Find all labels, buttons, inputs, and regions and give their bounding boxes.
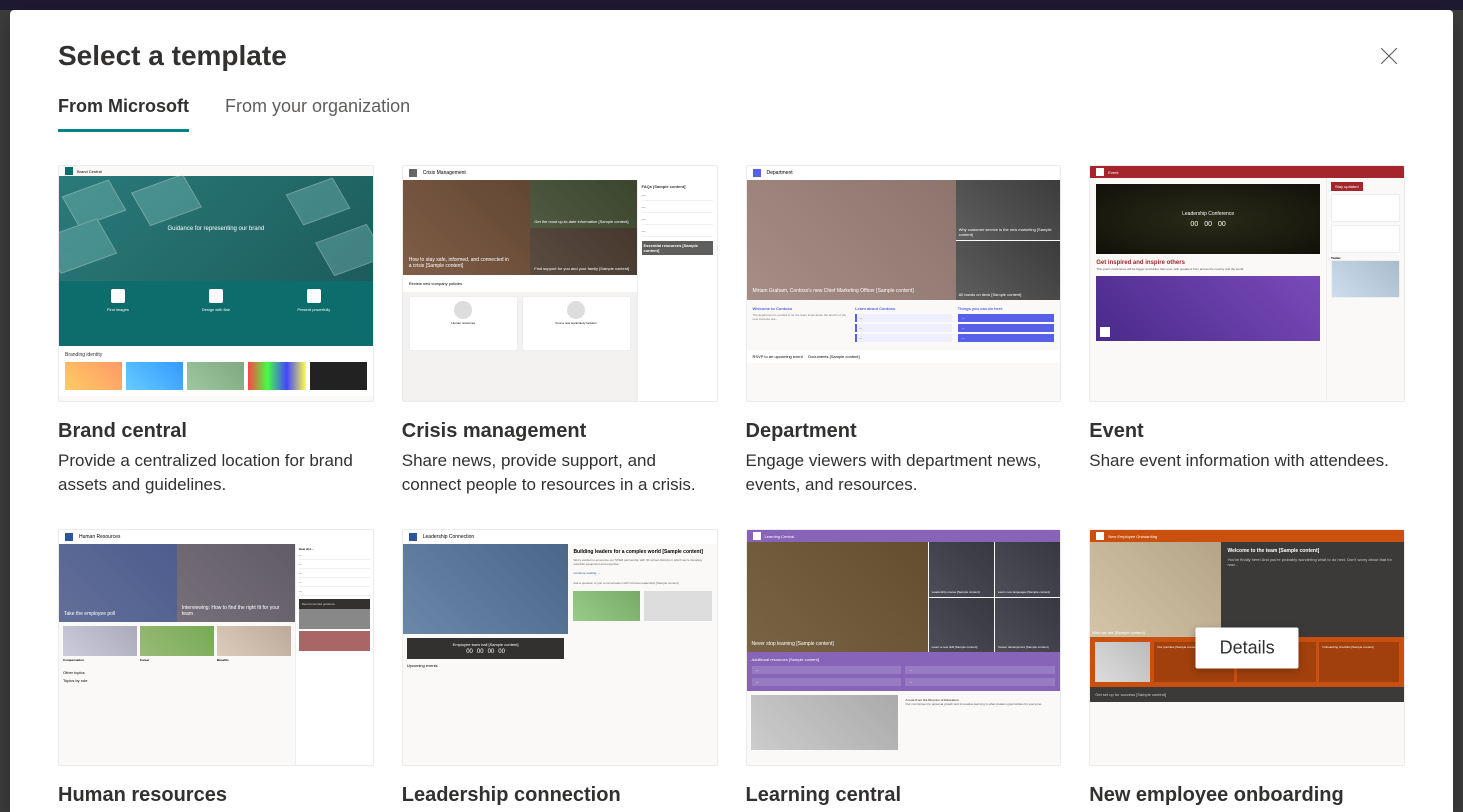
thumb-site-title: Human Resources xyxy=(79,534,120,540)
template-card-event[interactable]: Event Leadership Conference 000000 Get i… xyxy=(1089,165,1405,501)
template-grid: Brand Central Guidance for representing … xyxy=(10,133,1453,812)
thumb-site-title: New Employee Onboarding xyxy=(1108,534,1157,539)
template-title: Crisis management xyxy=(402,420,718,443)
template-thumbnail: Department Miriam Graham, Contoso's new … xyxy=(746,165,1062,402)
template-thumbnail: Learning Central Never stop learning [Sa… xyxy=(746,529,1062,766)
template-title: Learning central xyxy=(746,784,1062,807)
details-button[interactable]: Details xyxy=(1196,627,1299,668)
template-description: Share event information with attendees. xyxy=(1089,449,1405,473)
template-description: Provide a centralized location for brand… xyxy=(58,449,374,497)
thumb-site-title: Crisis Management xyxy=(423,170,466,176)
template-thumbnail: Crisis Management How to stay safe, info… xyxy=(402,165,718,402)
template-description: Share news, provide support, and connect… xyxy=(402,449,718,497)
template-description: Engage viewers with department news, eve… xyxy=(746,449,1062,497)
template-card-crisis-management[interactable]: Crisis Management How to stay safe, info… xyxy=(402,165,718,501)
template-thumbnail: Leadership Connection Employee town hall… xyxy=(402,529,718,766)
template-card-brand-central[interactable]: Brand Central Guidance for representing … xyxy=(58,165,374,501)
template-title: New employee onboarding xyxy=(1089,784,1405,807)
template-title: Brand central xyxy=(58,420,374,443)
thumb-site-title: Leadership Connection xyxy=(423,534,474,540)
template-card-leadership-connection[interactable]: Leadership Connection Employee town hall… xyxy=(402,529,718,812)
template-title: Department xyxy=(746,420,1062,443)
close-button[interactable] xyxy=(1373,40,1405,72)
close-icon xyxy=(1380,47,1398,65)
template-card-new-employee-onboarding[interactable]: New Employee Onboarding Who we are [Samp… xyxy=(1089,529,1405,812)
thumb-site-title: Brand Central xyxy=(77,169,102,174)
modal-title: Select a template xyxy=(58,40,1405,72)
template-thumbnail: Human Resources Take the employee poll I… xyxy=(58,529,374,766)
template-title: Leadership connection xyxy=(402,784,718,807)
template-title: Event xyxy=(1089,420,1405,443)
thumb-site-title: Department xyxy=(767,170,793,176)
template-title: Human resources xyxy=(58,784,374,807)
template-thumbnail: Brand Central Guidance for representing … xyxy=(58,165,374,402)
template-card-department[interactable]: Department Miriam Graham, Contoso's new … xyxy=(746,165,1062,501)
template-card-human-resources[interactable]: Human Resources Take the employee poll I… xyxy=(58,529,374,812)
modal-header: Select a template xyxy=(10,10,1453,72)
template-card-learning-central[interactable]: Learning Central Never stop learning [Sa… xyxy=(746,529,1062,812)
template-selector-modal: Select a template From Microsoft From yo… xyxy=(10,10,1453,812)
thumb-site-title: Event xyxy=(1108,170,1118,175)
tab-from-organization[interactable]: From your organization xyxy=(225,96,410,132)
tab-from-microsoft[interactable]: From Microsoft xyxy=(58,96,189,132)
template-thumbnail: Event Leadership Conference 000000 Get i… xyxy=(1089,165,1405,402)
template-thumbnail: New Employee Onboarding Who we are [Samp… xyxy=(1089,529,1405,766)
thumb-site-title: Learning Central xyxy=(765,534,795,539)
tabs: From Microsoft From your organization xyxy=(10,72,1453,133)
